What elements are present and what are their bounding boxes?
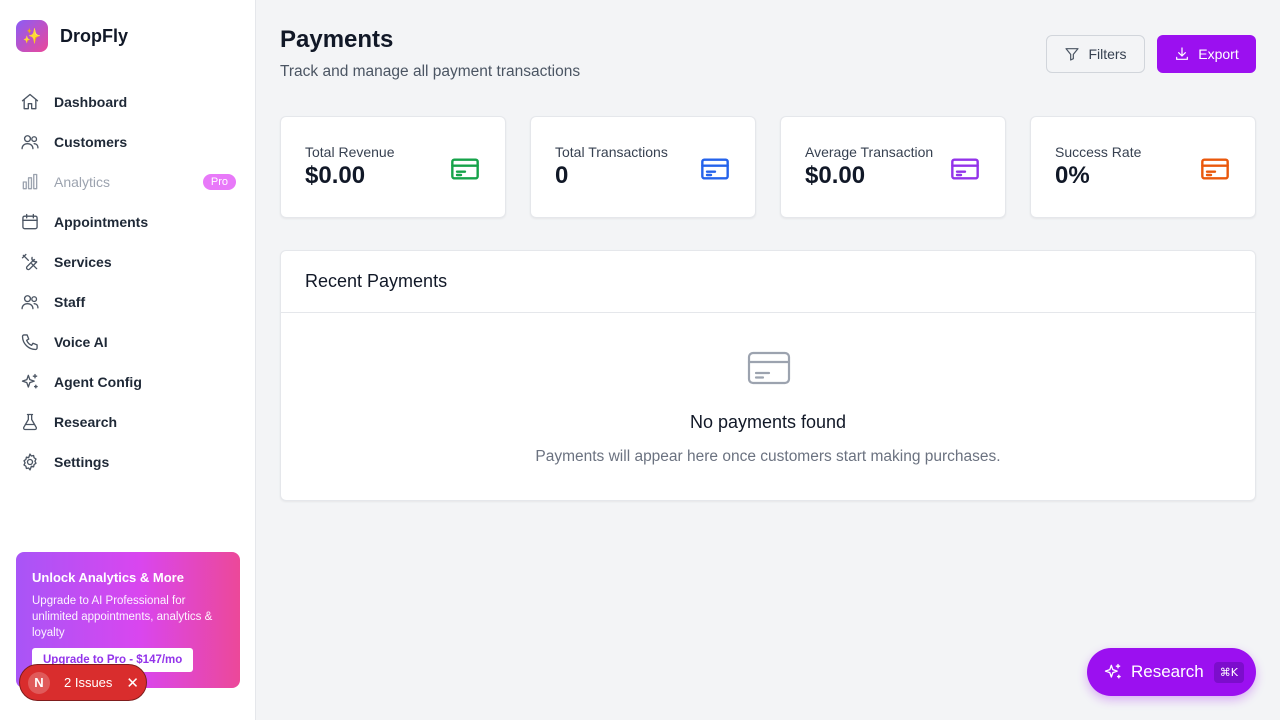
gear-icon	[23, 453, 37, 471]
page-title: Payments	[280, 26, 394, 53]
sparkles-icon	[21, 373, 38, 389]
nextjs-icon: N	[28, 671, 50, 694]
export-button[interactable]: Export	[1157, 35, 1256, 73]
brand-name: DropFly	[60, 25, 129, 46]
brand-logo: ✨	[16, 20, 48, 52]
sidebar-item-label: Customers	[54, 134, 128, 150]
issues-count: 2 Issues	[64, 675, 113, 690]
sparkles-icon	[1104, 663, 1121, 679]
flask-icon	[22, 413, 38, 431]
sidebar-item-agent-config[interactable]: Agent Config	[16, 362, 240, 402]
sidebar-nav: Dashboard Customers Analytics Pro Appoin…	[16, 82, 240, 482]
sidebar: ✨ DropFly Dashboard Customers Analytics …	[0, 0, 256, 720]
stat-card-success-rate: Success Rate 0%	[1030, 116, 1256, 218]
stat-card-average-transaction: Average Transaction $0.00	[780, 116, 1006, 218]
upgrade-banner-title: Unlock Analytics & More	[32, 570, 184, 585]
tools-icon	[21, 253, 38, 271]
empty-state-title: No payments found	[689, 412, 847, 432]
sidebar-item-research[interactable]: Research	[16, 402, 240, 442]
keyboard-shortcut: ⌘K	[1213, 661, 1244, 683]
phone-icon	[21, 334, 38, 351]
sidebar-item-voice-ai[interactable]: Voice AI	[16, 322, 240, 362]
credit-card-icon	[747, 351, 791, 385]
export-button-label: Export	[1198, 46, 1239, 62]
sidebar-item-label: Research	[54, 414, 118, 430]
credit-card-icon	[701, 158, 729, 180]
credit-card-icon	[451, 158, 479, 180]
page-subtitle: Track and manage all payment transaction…	[280, 63, 581, 80]
bar-chart-icon	[22, 173, 38, 190]
sidebar-item-label: Dashboard	[54, 94, 128, 110]
sidebar-item-staff[interactable]: Staff	[16, 282, 240, 322]
pro-badge: Pro	[202, 174, 236, 190]
stat-card-total-revenue: Total Revenue $0.00	[280, 116, 506, 218]
recent-payments-panel: Recent Payments No payments found Paymen…	[280, 250, 1256, 501]
credit-card-icon	[1201, 158, 1229, 180]
sidebar-item-appointments[interactable]: Appointments	[16, 202, 240, 242]
sidebar-item-label: Appointments	[54, 214, 149, 230]
filter-icon	[1065, 48, 1080, 61]
sidebar-item-label: Services	[54, 254, 112, 270]
sidebar-item-customers[interactable]: Customers	[16, 122, 240, 162]
users-icon	[21, 135, 39, 150]
empty-state-text: Payments will appear here once customers…	[535, 448, 1001, 465]
sidebar-item-label: Settings	[54, 454, 110, 470]
sidebar-item-label: Agent Config	[54, 374, 142, 390]
research-fab-label: Research	[1131, 662, 1204, 681]
users-icon	[21, 295, 39, 310]
stat-card-total-transactions: Total Transactions 0	[530, 116, 756, 218]
sidebar-item-analytics[interactable]: Analytics Pro	[16, 162, 240, 202]
filters-button-label: Filters	[1088, 46, 1127, 62]
upgrade-banner-text: Upgrade to AI Professional for unlimited…	[32, 595, 213, 639]
credit-card-icon	[951, 158, 979, 180]
research-fab[interactable]: Research ⌘K	[1087, 648, 1256, 696]
sidebar-item-settings[interactable]: Settings	[16, 442, 240, 482]
close-icon[interactable]: ✕	[126, 674, 139, 692]
calendar-icon	[22, 213, 38, 230]
filters-button[interactable]: Filters	[1046, 35, 1145, 73]
issues-badge[interactable]: N 2 Issues ✕	[19, 664, 147, 701]
home-icon	[21, 93, 39, 110]
panel-title: Recent Payments	[281, 251, 1255, 313]
brand[interactable]: ✨ DropFly	[16, 20, 128, 52]
sidebar-item-services[interactable]: Services	[16, 242, 240, 282]
sidebar-item-label: Staff	[54, 294, 86, 310]
sidebar-item-dashboard[interactable]: Dashboard	[16, 82, 240, 122]
download-icon	[1176, 47, 1189, 60]
sidebar-item-label: Analytics	[54, 174, 111, 190]
sidebar-item-label: Voice AI	[54, 334, 108, 350]
